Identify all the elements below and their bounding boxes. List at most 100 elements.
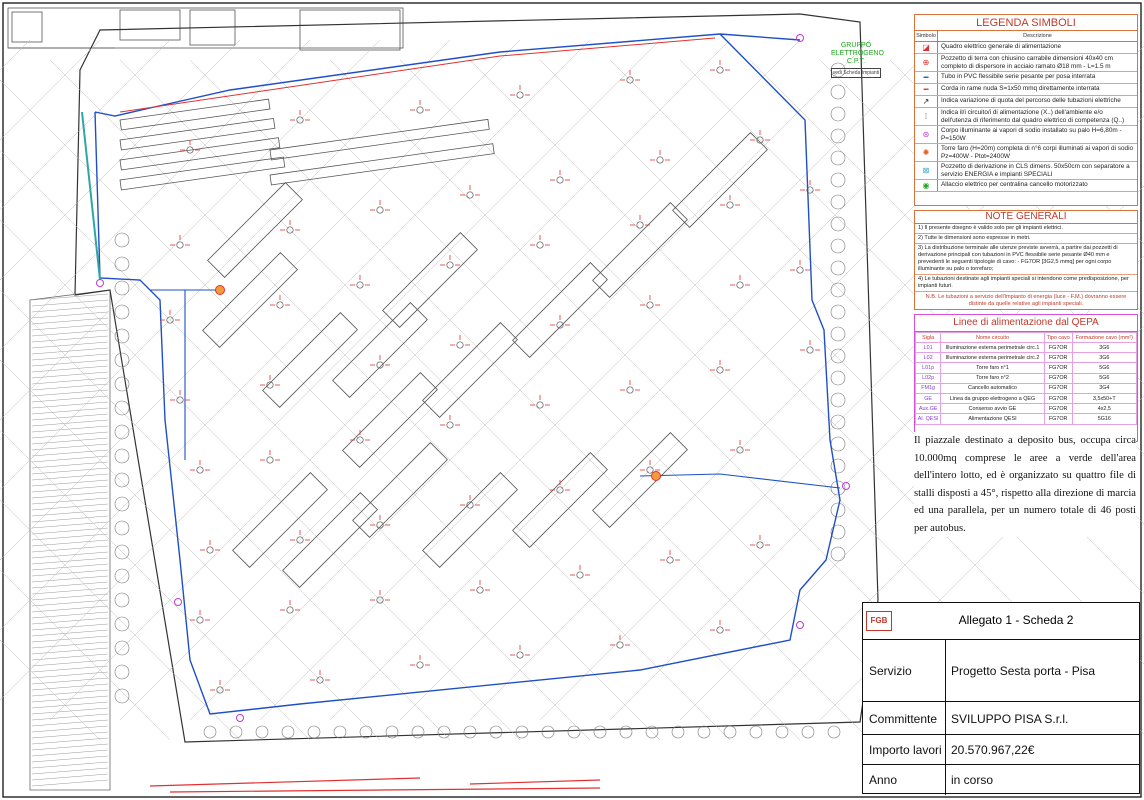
tree — [114, 448, 130, 464]
tree — [281, 725, 295, 739]
bus-stall — [202, 252, 298, 348]
hatch-line — [31, 503, 109, 511]
lamp-pole — [176, 241, 184, 249]
line-formazione: 3G6 — [1071, 352, 1138, 364]
committente-row: Committente SVILUPPO PISA S.r.l. — [863, 701, 1139, 735]
hatch-line — [31, 659, 109, 667]
line-formazione: 3G6 — [1071, 341, 1138, 354]
line-tipo: FG7OR — [1043, 413, 1073, 425]
feed-line-row: FM1g Cancello automatico FG7OR 3G4 — [914, 382, 1138, 394]
servizio-row: Servizio Progetto Sesta porta - Pisa — [863, 639, 1139, 702]
legend-row-text: Torre faro (H=20m) completa di n°6 corpi… — [941, 145, 1134, 160]
line-sigla: L02p — [914, 372, 942, 384]
building-top-left — [7, 7, 404, 51]
line-tipo: FG7OR — [1043, 392, 1073, 405]
hatch-line — [31, 365, 109, 373]
line-nome: Linea da gruppo elettrogeno a QEG — [940, 392, 1045, 405]
hatch-line — [31, 683, 109, 691]
hatch-line — [31, 371, 109, 379]
legend-row: ━ Tubo in PVC flessibile serie pesante pe… — [915, 72, 1137, 84]
generator-label-text: GRUPPO ELETTROGENO C.P.T. — [831, 42, 884, 65]
hatch-line — [31, 497, 109, 505]
legend-row-text: Pozzetto di terra con chiusino carrabile… — [941, 55, 1113, 70]
hatch-line — [31, 779, 109, 787]
feed-line-row: L02p Torre faro n°2 FG7OR 5G6 — [914, 372, 1138, 384]
anno-value: in corso — [951, 772, 994, 787]
importo-row: Importo lavori 20.570.967,22€ — [863, 734, 1139, 765]
lamp-pole — [446, 261, 454, 269]
hatch-line — [31, 299, 109, 307]
lamp-pole — [516, 651, 524, 659]
generator-label: GRUPPO ELETTROGENO C.P.T. vedi Scheda Im… — [831, 42, 884, 78]
servizio-value: Progetto Sesta porta - Pisa — [951, 664, 1096, 678]
tree — [463, 725, 477, 739]
pvc-tube-icon: ━ — [915, 72, 938, 83]
grid-line — [119, 59, 801, 741]
hatch-line — [31, 407, 109, 415]
legend-header: Simbolo Descrizione — [915, 31, 1137, 42]
firm-logo: FGB — [866, 611, 892, 631]
hatch-line — [31, 377, 109, 385]
line-nome: Alimentazione QESI — [940, 413, 1045, 425]
line-formazione: 5G6 — [1071, 372, 1138, 384]
bus-stall — [119, 98, 271, 131]
lamp-pole — [416, 106, 424, 114]
hatch-line — [31, 689, 109, 697]
hatch-line — [31, 485, 109, 493]
hatch-line — [31, 479, 109, 487]
tree — [775, 725, 789, 739]
bus-stall — [262, 312, 358, 408]
hatch-line — [31, 725, 109, 733]
tree — [830, 282, 846, 298]
light-tower — [651, 471, 661, 481]
tree — [830, 546, 846, 562]
tree — [749, 725, 763, 739]
feed-lines-title: Linee di alimentazione dal QEPA — [915, 315, 1137, 332]
line-tipo: FG7OR — [1043, 341, 1073, 354]
legend-row-text: Quadro elettrico generale di alimentazio… — [941, 43, 1062, 50]
lamp-pole — [416, 661, 424, 669]
hatch-line — [31, 749, 109, 757]
hatch-line — [31, 437, 109, 445]
hatch-line — [31, 653, 109, 661]
line-tipo: FG7OR — [1043, 362, 1073, 374]
hatch-line — [31, 647, 109, 655]
hatch-line — [31, 599, 109, 607]
hatched-strip — [29, 289, 111, 791]
hatch-line — [31, 419, 109, 427]
lamp-pole — [716, 366, 724, 374]
road-marks — [149, 777, 601, 793]
lamp-pole — [356, 281, 364, 289]
bus-stall — [269, 118, 490, 161]
bus-stalls — [119, 98, 768, 588]
hatch-line — [31, 761, 109, 769]
hatch-line — [31, 701, 109, 709]
legend-row-text: Indica variazione di quota del percorso … — [941, 97, 1121, 104]
grid-line — [189, 59, 871, 741]
legend-row: ⊛ Corpo illuminante ai vapori di sodio in… — [915, 126, 1137, 144]
bus-stall — [269, 143, 495, 186]
col-formazione: Formazione cavo (mm²) — [1071, 332, 1138, 343]
tree — [593, 725, 607, 739]
tree — [830, 436, 846, 452]
lamp-pole — [466, 191, 474, 199]
line-sigla: Al. QESI — [914, 413, 942, 425]
lamp-pole — [206, 546, 214, 554]
line-sigla: Aux.GE — [914, 403, 942, 415]
line-formazione: 3,5x50+T — [1071, 392, 1138, 405]
hatch-line — [31, 581, 109, 589]
hatch-line — [31, 605, 109, 613]
line-nome: Consenso avvio GE — [940, 403, 1045, 415]
feed-line-row: Al. QESI Alimentazione QESI FG7OR 5G16 — [914, 413, 1138, 425]
tree — [567, 725, 581, 739]
tree — [307, 725, 321, 739]
hatch-line — [31, 737, 109, 745]
hatch-line — [31, 731, 109, 739]
tree — [541, 725, 555, 739]
hatch-line — [31, 431, 109, 439]
bus-stall — [512, 262, 608, 358]
line-tipo: FG7OR — [1043, 403, 1073, 415]
tree — [114, 520, 130, 536]
main-panel-icon: ◪ — [915, 42, 938, 53]
tree — [114, 664, 130, 680]
